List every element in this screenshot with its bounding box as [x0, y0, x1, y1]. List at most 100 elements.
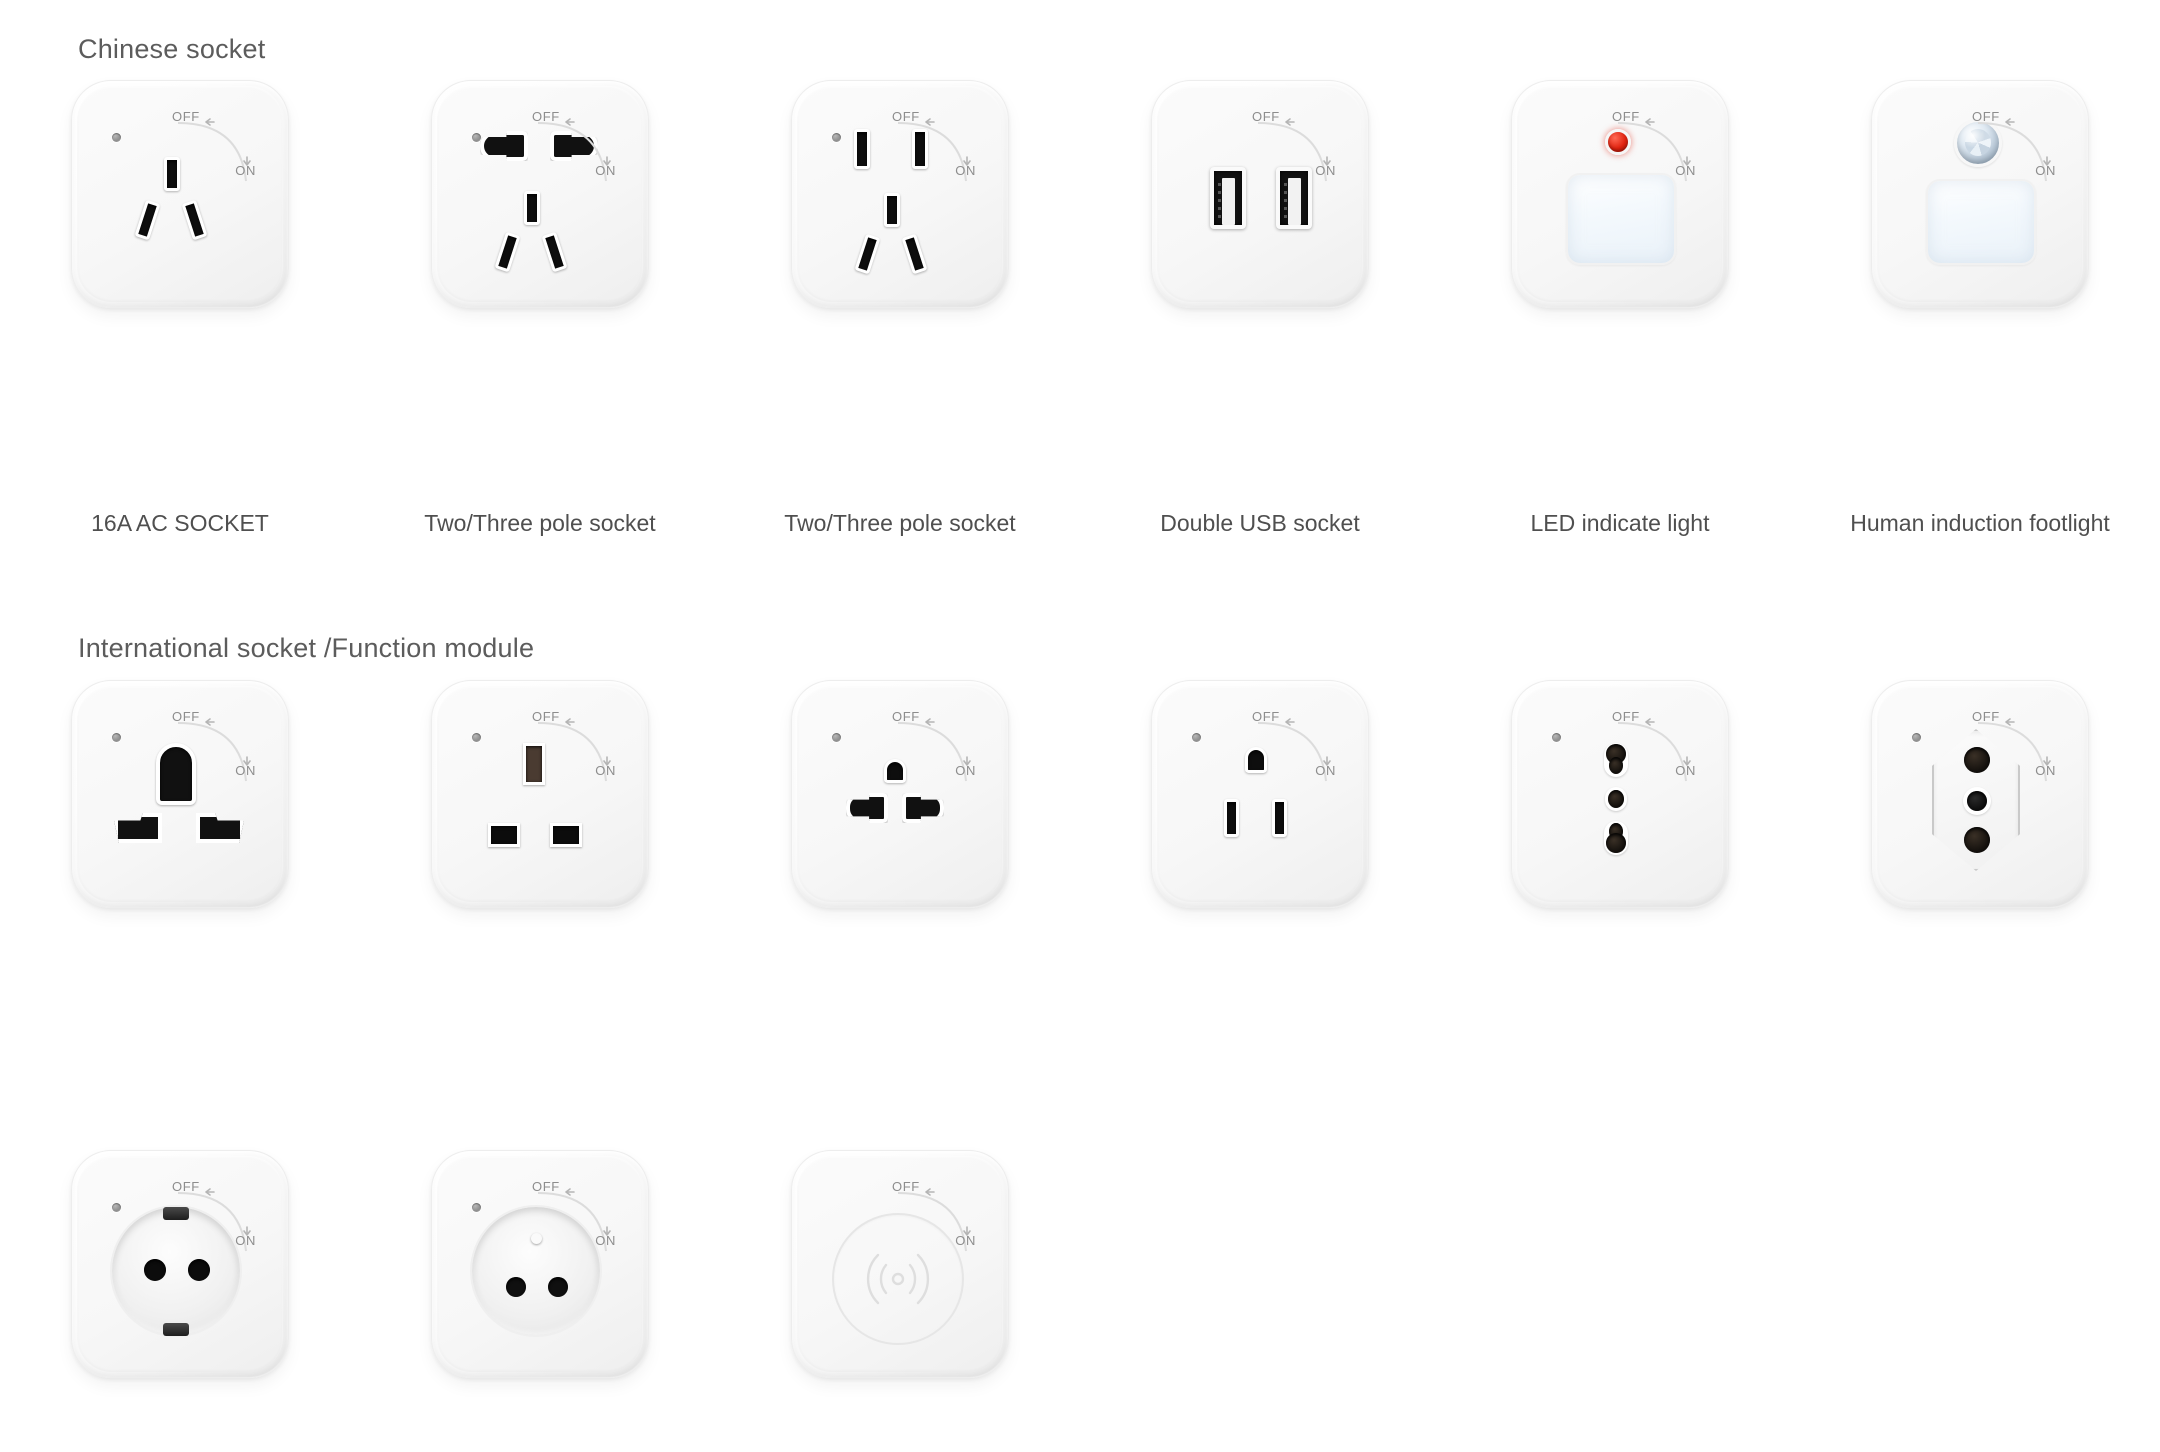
power-dial[interactable]: OFF ON [1248, 109, 1340, 195]
dial-off-label: OFF [892, 109, 920, 124]
dial-on-label: ON [235, 763, 256, 778]
socket-hole-live [854, 233, 881, 275]
dial-on-label: ON [955, 1233, 976, 1248]
dial-off-label: OFF [172, 1179, 200, 1194]
device-body[interactable]: OFF ON [71, 80, 289, 308]
power-dial[interactable]: OFF ON [168, 109, 260, 195]
socket-hole-neutral-us [1272, 799, 1287, 837]
schuko-earth-clip-bottom [163, 1323, 189, 1336]
dial-off-label: OFF [532, 1179, 560, 1194]
device-body[interactable]: OFF ON [1151, 680, 1369, 908]
power-dial[interactable]: OFF ON [1968, 109, 2060, 195]
dial-on-label: ON [2035, 763, 2056, 778]
product-caption: LED indicate light [1530, 510, 1710, 536]
dial-off-label: OFF [1972, 709, 2000, 724]
device-face: OFF ON [1526, 695, 1714, 893]
product-card-french-socket[interactable]: OFF ON [360, 1150, 720, 1378]
product-card-13a-square-socket[interactable]: OFF ON 13A square socke [360, 680, 720, 908]
product-card-american-three-pole-multi-socket[interactable]: OFF ON American three pole multi-socket [720, 680, 1080, 908]
power-dial[interactable]: OFF ON [528, 1179, 620, 1265]
usb-tongue [1222, 178, 1235, 225]
device-face: OFF ON [446, 1165, 634, 1363]
product-card-multi-socket[interactable]: OFF ON Multi-socket [0, 680, 360, 908]
device-body[interactable]: OFF ON [791, 80, 1009, 308]
dial-on-label: ON [2035, 163, 2056, 178]
product-card-16a-ac-socket[interactable]: OFF ON 16A AC SOCKET [0, 80, 360, 536]
device-body[interactable]: OFF ON [1151, 80, 1369, 308]
dial-on-label: ON [955, 163, 976, 178]
device-face: OFF ON [1526, 95, 1714, 293]
product-card-wireless-charge-pad[interactable]: OFF ON [720, 1150, 1080, 1378]
power-dial[interactable]: OFF ON [888, 1179, 980, 1265]
device-body[interactable]: OFF ON [791, 680, 1009, 908]
dial-off-label: OFF [1252, 109, 1280, 124]
indicator-pinhole [1552, 733, 1561, 742]
indicator-pinhole [472, 1203, 481, 1212]
device-body[interactable]: OFF ON [1871, 680, 2089, 908]
power-dial[interactable]: OFF ON [168, 1179, 260, 1265]
indicator-pinhole [472, 133, 481, 142]
power-dial[interactable]: OFF ON [1968, 709, 2060, 795]
socket-hole-neutral-universal [196, 813, 244, 843]
device-body[interactable]: OFF ON [1511, 80, 1729, 308]
device-body[interactable]: OFF ON [431, 680, 649, 908]
device-face: OFF ON [806, 695, 994, 893]
dial-on-label: ON [1315, 763, 1336, 778]
section-title-chinese: Chinese socket [78, 34, 266, 64]
socket-hole-live-universal [846, 793, 888, 823]
product-card-brazil-socket[interactable]: OFF ON Brazil socket [1800, 680, 2160, 908]
socket-hole-neutral [181, 199, 208, 241]
power-dial[interactable]: OFF ON [1248, 709, 1340, 795]
device-body[interactable]: OFF ON [1511, 680, 1729, 908]
product-card-schuko-socket[interactable]: OFF ON [0, 1150, 360, 1378]
product-card-led-indicate-light[interactable]: OFF ON LED indicate light [1440, 80, 1800, 536]
power-dial[interactable]: OFF ON [528, 109, 620, 195]
device-face: OFF ON [806, 1165, 994, 1363]
socket-hole-earth [524, 191, 540, 225]
socket-hole-live [134, 199, 161, 241]
product-card-two-three-pole-socket-b[interactable]: OFF ON Two/Three pole socket [720, 80, 1080, 536]
dial-off-label: OFF [172, 109, 200, 124]
indicator-pinhole [832, 733, 841, 742]
device-body[interactable]: OFF ON [1871, 80, 2089, 308]
device-body[interactable]: OFF ON [71, 1150, 289, 1378]
device-face: OFF ON [1886, 95, 2074, 293]
socket-hole-live-universal [114, 813, 162, 843]
product-card-human-induction-footlight[interactable]: OFF ON Human induction footlight [1800, 80, 2160, 536]
dial-on-label: ON [1675, 163, 1696, 178]
device-body[interactable]: OFF ON [791, 1150, 1009, 1378]
socket-hole-universal-left [480, 131, 528, 161]
power-dial[interactable]: OFF ON [888, 109, 980, 195]
power-dial[interactable]: OFF ON [168, 709, 260, 795]
product-card-two-three-pole-socket-a[interactable]: OFF ON Two/Three pole socket [360, 80, 720, 536]
indicator-pinhole [112, 133, 121, 142]
socket-hole-flat-left [854, 129, 870, 169]
product-card-double-usb-socket[interactable]: OFF ON Double USB socket [1080, 80, 1440, 536]
power-dial[interactable]: OFF ON [1608, 709, 1700, 795]
socket-hole-neutral [901, 233, 928, 275]
product-caption: Two/Three pole socket [784, 510, 1016, 536]
dial-on-label: ON [595, 763, 616, 778]
power-dial[interactable]: OFF ON [1608, 109, 1700, 195]
power-dial[interactable]: OFF ON [528, 709, 620, 795]
dial-off-label: OFF [1252, 709, 1280, 724]
socket-hole-neutral-french [548, 1277, 568, 1297]
dial-on-label: ON [1315, 163, 1336, 178]
device-body[interactable]: OFF ON [431, 1150, 649, 1378]
socket-hole-live-us [1224, 799, 1239, 837]
product-card-italian-socket[interactable]: OFF ON Italian socket [1440, 680, 1800, 908]
device-body[interactable]: OFF ON [431, 80, 649, 308]
dial-off-label: OFF [1612, 709, 1640, 724]
product-card-american-three-pole-socket[interactable]: OFF ON American three pole socket [1080, 680, 1440, 908]
socket-hole-neutral-italian [1604, 821, 1628, 855]
dial-on-label: ON [235, 163, 256, 178]
dial-off-label: OFF [1612, 109, 1640, 124]
dial-off-label: OFF [1972, 109, 2000, 124]
socket-hole-live-uk [488, 823, 520, 847]
product-caption: Double USB socket [1160, 510, 1360, 536]
device-body[interactable]: OFF ON [71, 680, 289, 908]
power-dial[interactable]: OFF ON [888, 709, 980, 795]
dial-on-label: ON [1675, 763, 1696, 778]
product-caption: Human induction footlight [1850, 510, 2110, 536]
dial-off-label: OFF [532, 709, 560, 724]
